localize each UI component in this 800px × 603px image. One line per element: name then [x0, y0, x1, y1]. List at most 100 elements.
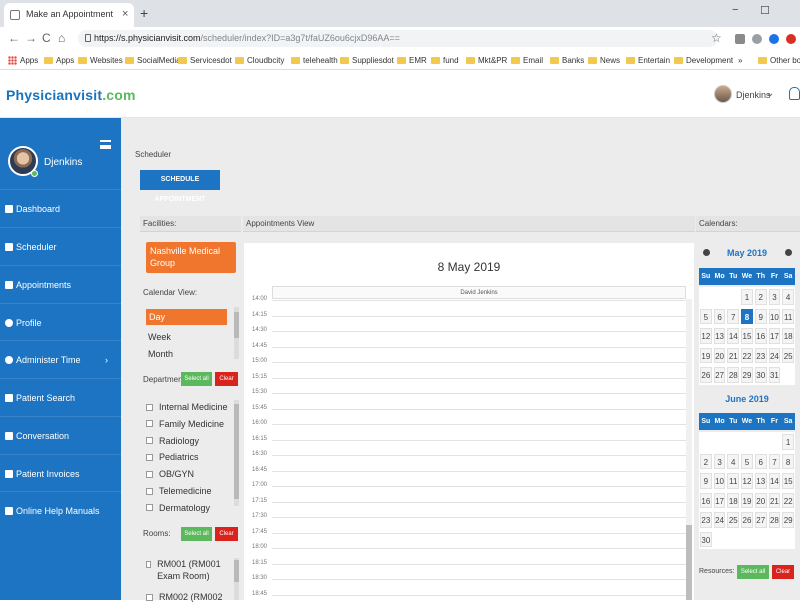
department-item[interactable]: Dermatology	[146, 502, 210, 514]
bookmark-item[interactable]: Websites	[78, 54, 123, 66]
calendar-day[interactable]: 16	[754, 328, 767, 344]
calendar-day[interactable]: 8	[741, 308, 753, 324]
header-avatar[interactable]	[714, 85, 732, 103]
time-slot[interactable]	[272, 408, 686, 410]
calendar-day[interactable]: 25	[782, 347, 794, 363]
calendar-view-day[interactable]: Day	[146, 309, 227, 325]
bookmark-item[interactable]: Mkt&PR	[466, 54, 507, 66]
calendar-day[interactable]: 17	[768, 328, 781, 344]
time-slot[interactable]	[272, 377, 686, 379]
department-item[interactable]: Radiology	[146, 435, 199, 447]
calendar-day[interactable]: 20	[713, 347, 726, 363]
bookmark-item[interactable]: Cloudbcity	[235, 54, 284, 66]
calendar-day[interactable]: 10	[768, 308, 781, 324]
calendar-day[interactable]: 7	[727, 308, 740, 324]
bookmark-item[interactable]: Suppliesdot	[340, 54, 394, 66]
calendar-day[interactable]: 22	[782, 492, 794, 508]
bell-icon[interactable]	[789, 87, 800, 100]
sidebar-item[interactable]: Administer Time ›	[0, 340, 121, 378]
time-slot[interactable]	[272, 362, 686, 363]
department-checkbox[interactable]	[146, 487, 153, 495]
room-checkbox[interactable]	[146, 561, 152, 568]
room-item[interactable]: RM002 (RM002	[146, 591, 232, 603]
forward-button[interactable]: →	[25, 31, 37, 45]
calendar-day[interactable]: 9	[700, 473, 712, 489]
schedule-appointment-button[interactable]: SCHEDULE APPOINTMENT	[140, 170, 220, 203]
bookmark-item[interactable]: News	[588, 54, 620, 66]
bookmark-item[interactable]: SocialMedia	[125, 54, 181, 66]
department-checkbox[interactable]	[146, 470, 153, 478]
bookmark-star-icon[interactable]: ☆	[711, 31, 722, 45]
calendar-day[interactable]: 13	[754, 473, 767, 489]
sidebar-item[interactable]: Dashboard	[0, 189, 121, 227]
calendar-day[interactable]: 17	[713, 492, 726, 508]
calendar-day[interactable]: 23	[700, 512, 712, 528]
calendar-day[interactable]: 14	[768, 473, 781, 489]
calendar-day[interactable]: 30	[754, 367, 767, 383]
scrollbar-thumb[interactable]	[686, 525, 692, 600]
calendar-day[interactable]: 21	[768, 492, 781, 508]
calendar-day[interactable]: 19	[741, 492, 753, 508]
resources-clear-button[interactable]: Clear	[772, 565, 794, 579]
bookmark-item[interactable]: Email	[511, 54, 543, 66]
calendar-day[interactable]: 28	[768, 512, 781, 528]
calendar-day[interactable]: 11	[727, 473, 740, 489]
scrollbar-thumb[interactable]	[234, 560, 239, 582]
extension-icon[interactable]	[769, 34, 779, 44]
menu-icon[interactable]	[100, 140, 111, 149]
time-slot[interactable]	[272, 501, 686, 503]
department-checkbox[interactable]	[146, 420, 153, 428]
reload-button[interactable]: C	[42, 31, 51, 45]
resources-select-all-button[interactable]: Select all	[737, 565, 769, 579]
calendar-day[interactable]: 18	[727, 492, 740, 508]
calendar-day[interactable]: 14	[727, 328, 740, 344]
time-slot[interactable]	[272, 532, 686, 534]
time-slot[interactable]	[272, 470, 686, 472]
calendar-day[interactable]: 26	[741, 512, 753, 528]
time-slot[interactable]	[272, 455, 686, 456]
calendar-day[interactable]: 2	[700, 453, 712, 469]
calendar-day[interactable]: 24	[768, 347, 781, 363]
calendar-day[interactable]: 20	[754, 492, 767, 508]
bookmark-item[interactable]: Apps	[8, 54, 38, 66]
calendar-day[interactable]: 7	[768, 453, 781, 469]
appointments-scrollbar[interactable]	[686, 299, 692, 600]
new-tab-button[interactable]: +	[140, 5, 148, 21]
next-month-icon[interactable]	[785, 249, 792, 256]
browser-tab[interactable]: Make an Appointment ×	[4, 3, 134, 27]
bookmark-item[interactable]: Development	[674, 54, 733, 66]
bookmark-item[interactable]: EMR	[397, 54, 427, 66]
scrollbar-thumb[interactable]	[234, 404, 239, 499]
url-input[interactable]: https://s.physicianvisit.com/scheduler/i…	[78, 30, 718, 47]
calendar-day[interactable]: 18	[782, 328, 794, 344]
sidebar-item[interactable]: Patient Invoices	[0, 454, 121, 492]
tab-close-icon[interactable]: ×	[122, 8, 128, 20]
bookmark-item[interactable]: telehealth	[291, 54, 338, 66]
bookmark-item[interactable]: Servicesdot	[178, 54, 232, 66]
calendar-day[interactable]: 12	[741, 473, 753, 489]
rooms-scrollbar[interactable]	[234, 558, 239, 600]
calendar-day[interactable]: 10	[713, 473, 726, 489]
time-slot[interactable]	[272, 300, 686, 301]
calendar-day[interactable]: 30	[700, 531, 712, 547]
calendar-day[interactable]: 24	[713, 512, 726, 528]
back-button[interactable]: ←	[8, 31, 20, 45]
calendar-day[interactable]: 15	[741, 328, 753, 344]
calendar-day[interactable]: 27	[754, 512, 767, 528]
calendar-day[interactable]: 16	[700, 492, 712, 508]
room-item[interactable]: RM001 (RM001 Exam Room)	[146, 558, 232, 582]
bookmark-item[interactable]: Apps	[44, 54, 74, 66]
time-slot[interactable]	[272, 424, 686, 425]
time-slot[interactable]	[272, 393, 686, 394]
home-button[interactable]: ⌂	[58, 31, 65, 45]
calendar-day[interactable]: 27	[713, 367, 726, 383]
calendar-view-week[interactable]: Week	[148, 332, 171, 342]
calendar-day[interactable]: 1	[782, 434, 794, 450]
sidebar-item[interactable]: Scheduler	[0, 227, 121, 265]
department-select-all-button[interactable]: Select all	[181, 372, 212, 386]
bookmark-item[interactable]: »	[738, 54, 742, 66]
time-slot[interactable]	[272, 486, 686, 487]
department-checkbox[interactable]	[146, 504, 153, 512]
time-slot[interactable]	[272, 331, 686, 332]
sidebar-item[interactable]: Conversation	[0, 416, 121, 454]
